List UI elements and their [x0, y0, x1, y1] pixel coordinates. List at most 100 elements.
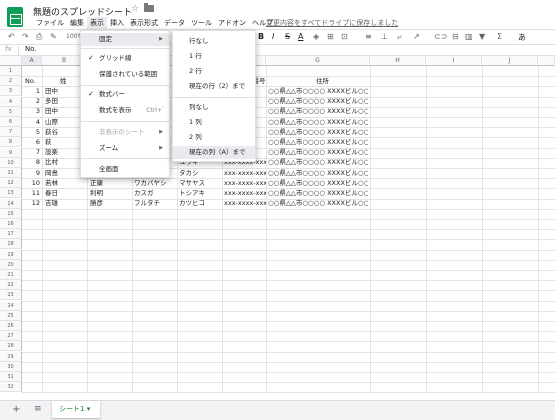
row-header-29[interactable]: 29 [0, 351, 22, 362]
borders-icon[interactable]: ⊞ [327, 32, 334, 41]
row-header-3[interactable]: 3 [0, 86, 22, 97]
row-header-4[interactable]: 4 [0, 96, 22, 107]
row-header-14[interactable]: 14 [0, 198, 22, 209]
table-cell[interactable]: 比村 [45, 158, 85, 167]
menu-insert[interactable]: 挿入 [107, 17, 127, 29]
row-header-23[interactable]: 23 [0, 290, 22, 301]
strikethrough-button[interactable]: S [285, 32, 290, 41]
table-cell[interactable]: ○○県△△市○○○○ XXXXビル○○階 [268, 179, 368, 188]
row-header-22[interactable]: 22 [0, 280, 22, 291]
column-header-h[interactable]: H [370, 56, 426, 66]
table-cell[interactable]: 多田 [45, 97, 85, 106]
bold-button[interactable]: B [258, 32, 264, 41]
sheets-logo-icon[interactable] [7, 7, 23, 27]
paint-format-icon[interactable]: ✎ [50, 32, 57, 41]
table-cell[interactable]: 12 [24, 199, 40, 208]
menu-item-protected-ranges[interactable]: 保護されている範囲 [81, 68, 169, 81]
menu-data[interactable]: データ [161, 17, 188, 29]
table-cell[interactable]: ○○県△△市○○○○ XXXXビル○○階 [268, 169, 368, 178]
table-cell[interactable]: ○○県△△市○○○○ XXXXビル○○階 [268, 148, 368, 157]
link-icon[interactable]: ⊂⊃ [434, 32, 447, 41]
table-cell[interactable]: 岡島 [45, 169, 85, 178]
row-header-12[interactable]: 12 [0, 178, 22, 189]
formula-input[interactable]: No. [25, 45, 37, 53]
row-header-16[interactable]: 16 [0, 219, 22, 229]
row-header-24[interactable]: 24 [0, 300, 22, 311]
table-cell[interactable]: 春日 [45, 189, 85, 198]
table-cell[interactable]: マサヤス [179, 179, 221, 188]
cell-c2-partial[interactable]: 姓 [60, 77, 80, 86]
save-status[interactable]: 変更内容をすべてドライブに保存しました [266, 18, 398, 28]
functions-icon[interactable]: Σ [497, 32, 502, 41]
column-header-k[interactable] [538, 56, 555, 66]
row-header-10[interactable]: 10 [0, 157, 22, 168]
menu-item-no-rows[interactable]: 行なし [173, 35, 255, 48]
cell-g2[interactable]: 住所 [316, 77, 346, 86]
row-header-8[interactable]: 8 [0, 137, 22, 148]
column-header-i[interactable]: I [426, 56, 482, 66]
table-cell[interactable]: 4 [24, 118, 40, 127]
menu-item-two-rows[interactable]: 2 行 [173, 65, 255, 78]
table-cell[interactable]: ○○県△△市○○○○ XXXXビル○○階 [268, 189, 368, 198]
sheet-tab[interactable]: シート1 ▾ [52, 401, 100, 418]
table-cell[interactable]: ○○県△△市○○○○ XXXXビル○○階 [268, 107, 368, 116]
table-cell[interactable]: カスガ [134, 189, 176, 198]
row-header-1[interactable]: 1 [0, 66, 22, 76]
table-cell[interactable]: 3 [24, 107, 40, 116]
text-color-button[interactable]: A [298, 32, 303, 41]
table-cell[interactable]: 11 [24, 189, 40, 198]
input-tools-button[interactable]: あ [518, 32, 526, 43]
row-header-20[interactable]: 20 [0, 259, 22, 270]
table-cell[interactable]: 2 [24, 97, 40, 106]
menu-item-no-cols[interactable]: 列なし [173, 101, 255, 114]
cell-a2[interactable]: No. [25, 77, 41, 86]
menu-view[interactable]: 表示 [87, 17, 107, 29]
menu-edit[interactable]: 編集 [67, 17, 87, 29]
row-header-18[interactable]: 18 [0, 239, 22, 250]
add-sheet-icon[interactable]: + [12, 404, 20, 415]
row-header-27[interactable]: 27 [0, 331, 22, 342]
row-header-28[interactable]: 28 [0, 341, 22, 352]
comment-icon[interactable]: ⊟ [452, 32, 459, 41]
table-cell[interactable]: 荻谷 [45, 128, 85, 137]
table-cell[interactable]: 5 [24, 128, 40, 137]
menu-item-two-cols[interactable]: 2 列 [173, 131, 255, 144]
menu-file[interactable]: ファイル [33, 17, 67, 29]
menu-item-one-row[interactable]: 1 行 [173, 50, 255, 63]
table-cell[interactable]: 田中 [45, 107, 85, 116]
row-header-25[interactable]: 25 [0, 310, 22, 321]
menu-item-up-to-col[interactable]: 現在の列（A）まで [173, 146, 255, 159]
undo-icon[interactable]: ↶ [8, 32, 15, 41]
merge-icon[interactable]: ⊡ [341, 32, 348, 41]
table-cell[interactable]: 正康 [90, 179, 130, 188]
column-header-g[interactable]: G [266, 56, 370, 66]
select-all-corner[interactable] [0, 56, 22, 66]
row-header-9[interactable]: 9 [0, 147, 22, 158]
row-header-2[interactable]: 2 [0, 76, 22, 87]
menu-item-one-col[interactable]: 1 列 [173, 116, 255, 129]
fill-color-icon[interactable]: ◈ [313, 32, 319, 41]
table-cell[interactable]: 吉雄 [45, 199, 85, 208]
table-cell[interactable]: ○○県△△市○○○○ XXXXビル○○階 [268, 199, 368, 208]
menu-item-show-formulas[interactable]: 数式を表示 Ctrl+` [81, 104, 169, 117]
row-header-19[interactable]: 19 [0, 249, 22, 260]
menu-item-hidden-sheets[interactable]: 非表示のシート ▶ [81, 126, 169, 139]
table-cell[interactable]: xxx-xxxx-xxxx [224, 179, 266, 188]
row-header-32[interactable]: 32 [0, 382, 22, 393]
table-cell[interactable]: 7 [24, 148, 40, 157]
table-cell[interactable]: ワカバヤシ [134, 179, 176, 188]
folder-icon[interactable] [144, 3, 154, 12]
row-header-11[interactable]: 11 [0, 168, 22, 178]
menu-item-up-to-row[interactable]: 現在の行（2）まで [173, 80, 255, 93]
table-cell[interactable]: ○○県△△市○○○○ XXXXビル○○階 [268, 118, 368, 127]
italic-button[interactable]: I [272, 32, 274, 41]
row-header-26[interactable]: 26 [0, 321, 22, 331]
menu-item-gridlines[interactable]: ✓ グリッド線 [81, 52, 169, 65]
table-cell[interactable]: 山際 [45, 118, 85, 127]
menu-addons[interactable]: アドオン [215, 17, 249, 29]
column-header-j[interactable]: J [482, 56, 538, 66]
row-header-7[interactable]: 7 [0, 127, 22, 138]
table-cell[interactable]: xxx-xxxx-xxxx [224, 189, 266, 198]
table-cell[interactable]: フルタチ [134, 199, 176, 208]
row-header-13[interactable]: 13 [0, 188, 22, 199]
